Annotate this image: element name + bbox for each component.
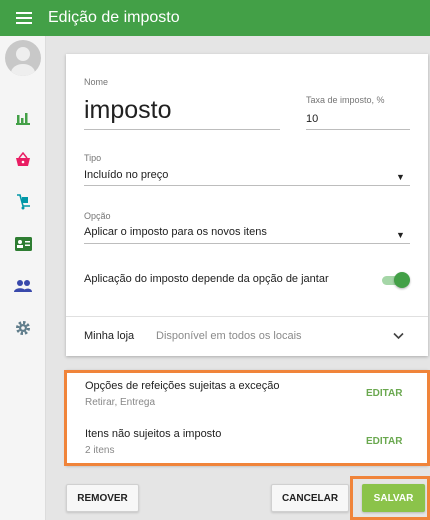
sidebar-nav (0, 36, 46, 520)
dining-toggle-label: Aplicação do imposto depende da opção de… (84, 273, 329, 285)
sidebar-item-settings[interactable] (0, 314, 46, 342)
tax-name-input[interactable]: imposto (84, 96, 172, 125)
sidebar-item-employees[interactable] (0, 230, 46, 258)
name-label: Nome (84, 77, 109, 87)
tax-rate-input[interactable]: 10 (306, 113, 318, 125)
rate-underline (306, 129, 410, 130)
type-underline (84, 185, 410, 186)
type-label: Tipo (84, 153, 102, 163)
edit-non-taxable-items-button[interactable]: EDITAR (366, 436, 402, 447)
hamburger-menu-icon (16, 12, 32, 24)
sidebar-item-customers[interactable] (0, 272, 46, 300)
sidebar-item-sales[interactable] (0, 146, 46, 174)
chevron-down-icon (393, 332, 404, 340)
gear-icon (16, 321, 30, 335)
non-taxable-items-title: Itens não sujeitos a imposto (85, 428, 222, 440)
option-underline (84, 243, 410, 244)
sidebar-item-inventory[interactable] (0, 188, 46, 216)
dining-option-toggle[interactable] (382, 272, 410, 288)
remove-button[interactable]: REMOVER (66, 484, 139, 512)
store-availability: Disponível em todos os locais (156, 330, 302, 342)
id-card-icon (14, 237, 32, 251)
my-store-row[interactable]: Minha loja Disponível em todos os locais (66, 317, 428, 356)
non-taxable-items-count: 2 itens (85, 445, 115, 456)
page-title: Edição de imposto (48, 9, 180, 26)
bar-chart-icon (16, 113, 30, 125)
tax-rate-label: Taxa de imposto, % (306, 95, 385, 105)
basket-icon (16, 152, 30, 166)
save-button[interactable]: SALVAR (362, 484, 425, 512)
type-select[interactable]: Incluído no preço (84, 169, 168, 181)
avatar[interactable] (5, 40, 41, 76)
dining-exception-title: Opções de refeições sujeitas a exceção (85, 380, 280, 392)
menu-button[interactable] (0, 0, 48, 36)
option-label: Opção (84, 211, 111, 221)
toggle-thumb (394, 272, 410, 288)
option-select[interactable]: Aplicar o imposto para os novos itens (84, 226, 267, 238)
user-avatar-icon (11, 47, 35, 76)
tax-form-card: Nome imposto Taxa de imposto, % 10 Tipo … (66, 54, 428, 356)
top-app-bar: Edição de imposto (0, 0, 430, 36)
sidebar-item-reports[interactable] (0, 104, 46, 132)
people-icon (14, 280, 32, 292)
option-dropdown-icon[interactable]: ▼ (396, 230, 405, 240)
store-label: Minha loja (84, 330, 135, 342)
dining-exception-value: Retirar, Entrega (85, 397, 156, 408)
exceptions-card: Opções de refeições sujeitas a exceção R… (66, 370, 428, 465)
edit-dining-exceptions-button[interactable]: EDITAR (366, 388, 402, 399)
type-dropdown-icon[interactable]: ▼ (396, 172, 405, 182)
name-underline (84, 129, 280, 130)
hand-truck-icon (17, 194, 30, 210)
cancel-button[interactable]: CANCELAR (271, 484, 349, 512)
